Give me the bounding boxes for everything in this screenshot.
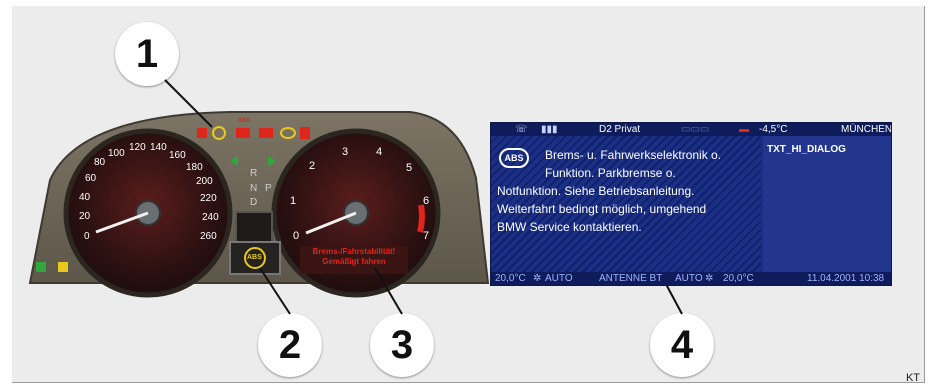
dialog-label: TXT_HI_DIALOG [767, 144, 846, 155]
car-icon: ▬ [739, 124, 749, 135]
city-label: MÜNCHEN [841, 124, 892, 135]
fan-icon-right: ✲ [705, 273, 714, 284]
dialog-panel: TXT_HI_DIALOG [763, 136, 891, 272]
leader-line-1 [164, 79, 213, 128]
message-line: Weiterfahrt bedingt möglich, umgehend [497, 202, 707, 216]
message-line: Brems- u. Fahrwerkselektronik o. [545, 148, 722, 162]
battery-icon: ▭▭▭ [681, 124, 710, 135]
cid-status-bar: ☏ ▮▮▮ D2 Privat ▭▭▭ ▬ -4,5°C MÜNCHEN [491, 123, 891, 136]
antenna-label: ANTENNE BT [599, 273, 663, 284]
message-line: Notfunktion. Siehe Betriebsanleitung. [497, 184, 695, 198]
cid-display: ☏ ▮▮▮ D2 Privat ▭▭▭ ▬ -4,5°C MÜNCHEN ABS… [490, 122, 892, 286]
datetime: 11.04.2001 10:38 [807, 273, 885, 284]
climate-bar: 20,0°C ✲ AUTO ANTENNE BT AUTO ✲ 20,0°C 1… [491, 272, 891, 285]
leader-line-2 [259, 267, 291, 315]
signal-icon: ▮▮▮ [541, 124, 558, 135]
temp-left: 20,0°C [495, 273, 526, 284]
leader-line-3 [374, 267, 403, 315]
phone-icon: ☏ [515, 124, 528, 135]
outside-temp: -4,5°C [759, 124, 788, 135]
fan-icon-left: ✲ [533, 273, 542, 284]
message-line: Funktion. Parkbremse o. [545, 166, 676, 180]
station-label: D2 Privat [599, 124, 641, 135]
message-line: BMW Service kontaktieren. [497, 220, 642, 234]
check-control-message: Brems- u. Fahrwerkselektronik o. Funktio… [497, 146, 759, 236]
auto-left: AUTO [545, 273, 573, 284]
auto-right: AUTO [675, 273, 703, 284]
message-panel: ABS Brems- u. Fahrwerkselektronik o. Fun… [491, 136, 761, 285]
temp-right: 20,0°C [723, 273, 754, 284]
